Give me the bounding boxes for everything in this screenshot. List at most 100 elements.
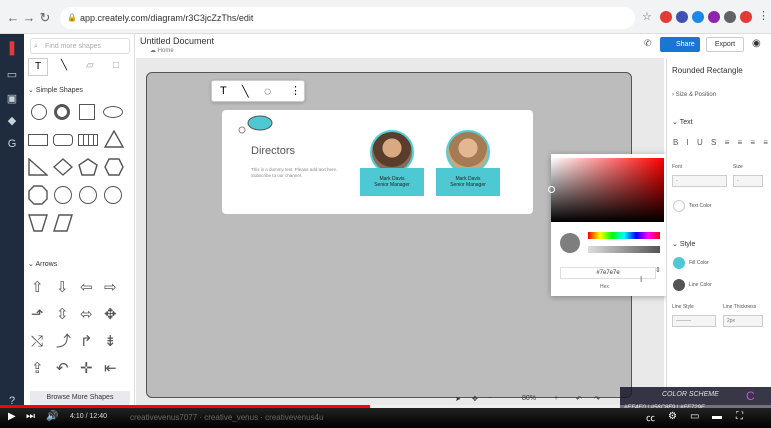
square-shape[interactable] <box>79 104 95 120</box>
pentagon-shape[interactable] <box>78 158 98 176</box>
person-label-box[interactable]: Mark Davis Senior Manager <box>360 168 424 196</box>
size-select[interactable]: - <box>733 175 763 187</box>
puzzle-icon[interactable] <box>724 11 736 23</box>
person-label-box[interactable]: Mark Davis Senior Manager <box>436 168 500 196</box>
circle-shape[interactable] <box>54 186 72 204</box>
settings-icon[interactable]: ⚙ <box>668 411 677 422</box>
pointer-icon[interactable]: ➤ <box>455 395 461 403</box>
u-turn-arrow-icon[interactable]: ↶ <box>56 355 69 382</box>
right-triangle-shape[interactable] <box>28 158 48 176</box>
undo-icon[interactable]: ↶ <box>576 395 582 403</box>
extension-icon[interactable] <box>660 11 672 23</box>
zoom-level[interactable]: 80% <box>522 395 536 402</box>
donut-shape[interactable] <box>54 104 70 120</box>
connector-icon[interactable]: ╲ <box>242 85 249 98</box>
line-tool-icon[interactable]: ╲ <box>54 58 74 76</box>
profile-icon[interactable] <box>740 11 752 23</box>
line-thickness-select[interactable]: 2px <box>723 315 763 327</box>
diamond-shape[interactable] <box>53 158 73 176</box>
image-icon[interactable]: ▣ <box>4 92 20 106</box>
text-section-header[interactable]: ⌄ Text <box>672 118 693 126</box>
extension-icon[interactable] <box>676 11 688 23</box>
arrows-header[interactable]: ⌄ Arrows <box>28 260 57 268</box>
down-arrow-icon[interactable]: ⇩ <box>56 274 69 301</box>
text-color-swatch[interactable] <box>673 200 685 212</box>
frame-tool-icon[interactable]: □ <box>106 58 126 76</box>
pan-icon[interactable]: ✥ <box>472 395 478 403</box>
left-callout-icon[interactable]: ⇤ <box>104 355 117 382</box>
breadcrumb[interactable]: ☁ Home <box>150 47 174 54</box>
three-way-arrow-icon[interactable]: ⤭ <box>31 328 43 355</box>
extension-icon[interactable] <box>708 11 720 23</box>
play-icon[interactable]: ▶ <box>8 411 16 422</box>
hue-slider[interactable] <box>588 232 660 239</box>
alpha-slider[interactable] <box>588 246 660 253</box>
shapes-icon[interactable]: ◆ <box>4 114 20 128</box>
style-section-header[interactable]: ⌄ Style <box>672 240 695 248</box>
fill-color-swatch[interactable] <box>673 257 685 269</box>
next-icon[interactable]: ⏭ <box>26 411 35 422</box>
zoom-out-icon[interactable]: − <box>488 395 492 402</box>
simple-shapes-header[interactable]: ⌄ Simple Shapes <box>28 86 83 94</box>
left-arrow-icon[interactable]: ⇦ <box>80 274 93 301</box>
shape-search-input[interactable]: ⌕ Find more shapes <box>30 38 130 54</box>
folder-icon[interactable]: ▭ <box>4 68 20 82</box>
preview-eye-icon[interactable]: ◉ <box>752 38 761 49</box>
menu-dots-icon[interactable]: ⋮ <box>758 9 769 22</box>
fullscreen-icon[interactable]: ⛶ <box>736 411 743 422</box>
theater-icon[interactable]: ▬ <box>712 411 722 422</box>
rectangle-shape[interactable] <box>28 134 48 146</box>
up-turn-arrow-icon[interactable]: ⬏ <box>31 301 44 328</box>
star-icon[interactable]: ☆ <box>642 10 652 23</box>
miniplayer-icon[interactable]: ▭ <box>690 411 699 422</box>
ellipse-shape[interactable] <box>103 106 123 118</box>
circle-shape[interactable] <box>79 186 97 204</box>
format-toggle-icon[interactable]: ⇕ <box>655 266 661 274</box>
selected-connector-shape[interactable] <box>236 112 276 136</box>
leftright-arrow-icon[interactable]: ⬄ <box>80 301 93 328</box>
circle-shape[interactable] <box>31 104 47 120</box>
saturation-area[interactable] <box>551 158 664 222</box>
volume-icon[interactable]: 🔊 <box>46 411 58 422</box>
rounded-rectangle-shape[interactable] <box>53 134 73 146</box>
up-callout-icon[interactable]: ⇪ <box>31 355 44 382</box>
note-tool-icon[interactable]: ▱ <box>80 58 100 76</box>
octagon-shape[interactable] <box>28 185 48 205</box>
right-arrow-icon[interactable]: ⇨ <box>104 274 117 301</box>
text-tool-icon[interactable]: T <box>28 58 48 76</box>
browse-more-shapes-button[interactable]: Browse More Shapes <box>30 391 130 405</box>
font-select[interactable]: - <box>672 175 727 187</box>
curved-arrow-icon[interactable]: ⤴ <box>56 328 71 355</box>
redo-icon[interactable]: ↷ <box>594 395 600 403</box>
cross-arrow-icon[interactable]: ✛ <box>80 355 93 382</box>
bent-arrow-icon[interactable]: ↱ <box>80 328 93 355</box>
share-button[interactable]: 👤 Share <box>660 37 700 52</box>
text-format-buttons[interactable]: B I U S ≡ ≡ ≡ ≡ <box>673 138 771 147</box>
inverted-trapezoid-shape[interactable] <box>28 214 48 232</box>
size-position-section[interactable]: › Size & Position <box>672 92 716 98</box>
line-style-select[interactable]: ——— <box>672 315 716 327</box>
text-tool-icon[interactable]: T <box>220 85 227 97</box>
hexagon-shape[interactable] <box>104 158 124 176</box>
quad-arrow-icon[interactable]: ✥ <box>104 301 117 328</box>
table-shape[interactable] <box>78 134 98 146</box>
updown-arrow-icon[interactable]: ⇳ <box>56 301 69 328</box>
extension-icon[interactable] <box>692 11 704 23</box>
up-arrow-icon[interactable]: ⇧ <box>31 274 44 301</box>
callout-arrow-icon[interactable]: ⇟ <box>104 328 117 355</box>
captions-icon[interactable]: ㏄ <box>646 411 655 424</box>
parallelogram-shape[interactable] <box>53 214 73 232</box>
address-bar[interactable]: 🔒 app.creately.com/diagram/r3C3jcZzThs/e… <box>60 7 635 29</box>
circle-shape[interactable] <box>104 186 122 204</box>
document-title[interactable]: Untitled Document <box>140 36 214 46</box>
more-options-icon[interactable]: ⋮ <box>290 84 301 97</box>
export-button[interactable]: Export <box>706 37 744 52</box>
triangle-shape[interactable] <box>104 130 124 148</box>
shape-picker-icon[interactable]: ◌ <box>264 84 271 98</box>
reload-icon[interactable]: ↻ <box>36 9 54 27</box>
phone-icon[interactable]: ✆ <box>644 38 652 49</box>
zoom-in-icon[interactable]: + <box>554 395 558 402</box>
google-icon[interactable]: G <box>4 137 20 151</box>
line-color-swatch[interactable] <box>673 279 685 291</box>
saturation-handle[interactable] <box>548 186 555 193</box>
